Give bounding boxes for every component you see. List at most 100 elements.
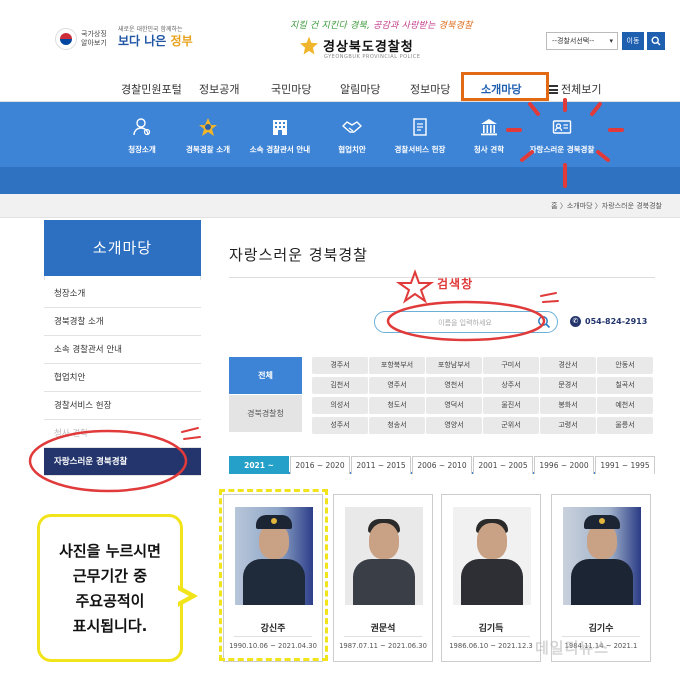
station-button[interactable]: 의성서 (312, 397, 368, 414)
gnb-item-info-disclosure[interactable]: 정보공개 (199, 81, 239, 97)
police-emblem-icon (199, 118, 217, 136)
better-gov-main-b: 정부 (170, 34, 193, 48)
station-button[interactable]: 칠곡서 (597, 377, 653, 394)
officer-name: 권문석 (370, 624, 396, 634)
name-search-box (374, 311, 558, 333)
officer-card[interactable]: 김기득 1986.06.10 ~ 2021.12.3 (441, 494, 541, 662)
breadcrumb-bar: 홈 〉소개마당 〉자랑스러운 경북경찰 (0, 194, 680, 218)
officer-period: 1990.10.06 ~ 2021.04.30 (229, 642, 317, 650)
tab-year-2016[interactable]: 2016 ~ 2020 (290, 456, 350, 474)
station-select[interactable]: --경찰서선택-- ▾ (546, 32, 618, 50)
station-button[interactable]: 안동서 (597, 357, 653, 374)
phone-contact: ✆ 054-824-2913 (570, 316, 647, 327)
lnb-item-cooperation[interactable]: 협업치안 (44, 364, 201, 392)
station-button[interactable]: 울진서 (483, 397, 539, 414)
officer-card[interactable]: 강신주 1990.10.06 ~ 2021.04.30 (223, 494, 323, 662)
filter-all-button[interactable]: 전체 (229, 357, 302, 394)
person-icon (133, 118, 151, 136)
agency-subtitle: GYEONGBUK PROVINCIAL POLICE (324, 54, 421, 60)
callout-text: 사진을 누르시면 근무기간 중 주요공적이 표시됩니다. (59, 542, 161, 635)
handshake-icon (342, 121, 362, 133)
phone-icon: ✆ (570, 316, 581, 327)
officer-photo[interactable] (235, 507, 313, 605)
officer-photo[interactable] (563, 507, 641, 605)
tab-year-2021[interactable]: 2021 ~ (229, 456, 289, 474)
lnb-title: 소개마당 (44, 220, 201, 276)
submenu-label: 자랑스러운 경북경찰 (529, 145, 595, 154)
officer-card[interactable]: 권문석 1987.07.11 ~ 2021.06.30 (333, 494, 433, 662)
year-tabs: 2021 ~ 2016 ~ 2020 2011 ~ 2015 2006 ~ 20… (229, 456, 655, 474)
station-button[interactable]: 영주서 (369, 377, 425, 394)
tab-year-1996[interactable]: 1996 ~ 2000 (534, 456, 594, 474)
lnb-item-proud-police[interactable]: 자랑스러운 경북경찰 (44, 448, 201, 476)
name-search-input[interactable] (395, 316, 535, 330)
top-header: 국가상징 알아보기 새로운 대한민국 함께하는 보다 나은 정부 지킬 건 지킨… (0, 0, 680, 72)
station-button[interactable]: 청도서 (369, 397, 425, 414)
better-gov-small: 새로운 대한민국 함께하는 (118, 26, 183, 33)
gnb-item-civil-portal[interactable]: 경찰민원포털 (121, 81, 182, 97)
officer-name: 김기수 (588, 624, 614, 634)
station-button[interactable]: 상주서 (483, 377, 539, 394)
national-symbol-link[interactable]: 국가상징 알아보기 (55, 28, 109, 50)
station-button[interactable]: 청송서 (369, 417, 425, 434)
search-icon (651, 36, 661, 46)
better-government-logo[interactable]: 새로운 대한민국 함께하는 보다 나은 정부 (118, 26, 193, 48)
tab-year-2006[interactable]: 2006 ~ 2010 (412, 456, 472, 474)
officer-photo[interactable] (345, 507, 423, 605)
officer-name: 김기득 (478, 624, 504, 634)
gnb-view-all-label: 전체보기 (561, 83, 602, 96)
agency-title: 경상북도경찰청 (323, 40, 414, 55)
officer-photo[interactable] (453, 507, 531, 605)
station-button[interactable]: 영양서 (426, 417, 482, 434)
gnb-item-public[interactable]: 국민마당 (271, 81, 311, 97)
chevron-down-icon: ▾ (609, 37, 613, 45)
search-emphasis-marks (540, 292, 559, 303)
gnb-item-notice[interactable]: 알림마당 (340, 81, 380, 97)
global-nav: 경찰민원포털 정보공개 국민마당 알림마당 정보마당 소개마당 전체보기 (0, 72, 680, 102)
gnb-item-view-all[interactable]: 전체보기 (548, 81, 601, 97)
station-button[interactable]: 경주서 (312, 357, 368, 374)
police-badge-icon (300, 36, 318, 55)
lnb-item-commissioner[interactable]: 청장소개 (44, 280, 201, 308)
gnb-item-info[interactable]: 정보마당 (410, 81, 450, 97)
station-button[interactable]: 포항남부서 (426, 357, 482, 374)
station-button[interactable]: 구미서 (483, 357, 539, 374)
tab-year-2011[interactable]: 2011 ~ 2015 (351, 456, 411, 474)
station-button[interactable]: 영덕서 (426, 397, 482, 414)
submenu-item-proud-police[interactable]: 자랑스러운 경북경찰 (517, 116, 607, 155)
station-button[interactable]: 군위서 (483, 417, 539, 434)
header-search-button[interactable] (647, 32, 665, 50)
station-button[interactable]: 영천서 (426, 377, 482, 394)
menu-icon (548, 85, 558, 94)
lnb-item-charter[interactable]: 경찰서비스 헌장 (44, 392, 201, 420)
station-button[interactable]: 성주서 (312, 417, 368, 434)
search-icon[interactable] (537, 315, 551, 329)
instruction-callout: 사진을 누르시면 근무기간 중 주요공적이 표시됩니다. (37, 514, 183, 662)
lnb-item-tour[interactable]: 청사 견학 (44, 420, 201, 448)
document-icon (413, 118, 427, 136)
station-button[interactable]: 고령서 (540, 417, 596, 434)
page-title: 자랑스러운 경북경찰 (229, 246, 368, 264)
better-gov-main-a: 보다 나은 (118, 34, 171, 48)
taegeuk-icon (55, 28, 77, 50)
station-button[interactable]: 문경서 (540, 377, 596, 394)
station-button[interactable]: 경산서 (540, 357, 596, 374)
slogan-part-3: 경북경찰 (438, 21, 473, 31)
search-annotation-label: 검색창 (437, 277, 474, 291)
station-button[interactable]: 울릉서 (597, 417, 653, 434)
move-button[interactable]: 이동 (622, 32, 644, 50)
station-button[interactable]: 김천서 (312, 377, 368, 394)
building-icon (273, 120, 287, 135)
station-select-value: --경찰서선택-- (552, 37, 595, 45)
tab-year-1991[interactable]: 1991 ~ 1995 (595, 456, 655, 474)
tab-year-2001[interactable]: 2001 ~ 2005 (473, 456, 533, 474)
lnb-item-stations[interactable]: 소속 경찰관서 안내 (44, 336, 201, 364)
station-button[interactable]: 포항북부서 (369, 357, 425, 374)
filter-hq-button[interactable]: 경북경찰청 (229, 395, 302, 432)
station-button[interactable]: 예천서 (597, 397, 653, 414)
lnb-item-gb-police[interactable]: 경북경찰 소개 (44, 308, 201, 336)
phone-number: 054-824-2913 (585, 317, 648, 326)
station-button[interactable]: 봉화서 (540, 397, 596, 414)
agency-logo[interactable]: 경상북도경찰청 (300, 36, 414, 55)
breadcrumb: 홈 〉소개마당 〉자랑스러운 경북경찰 (551, 202, 662, 210)
